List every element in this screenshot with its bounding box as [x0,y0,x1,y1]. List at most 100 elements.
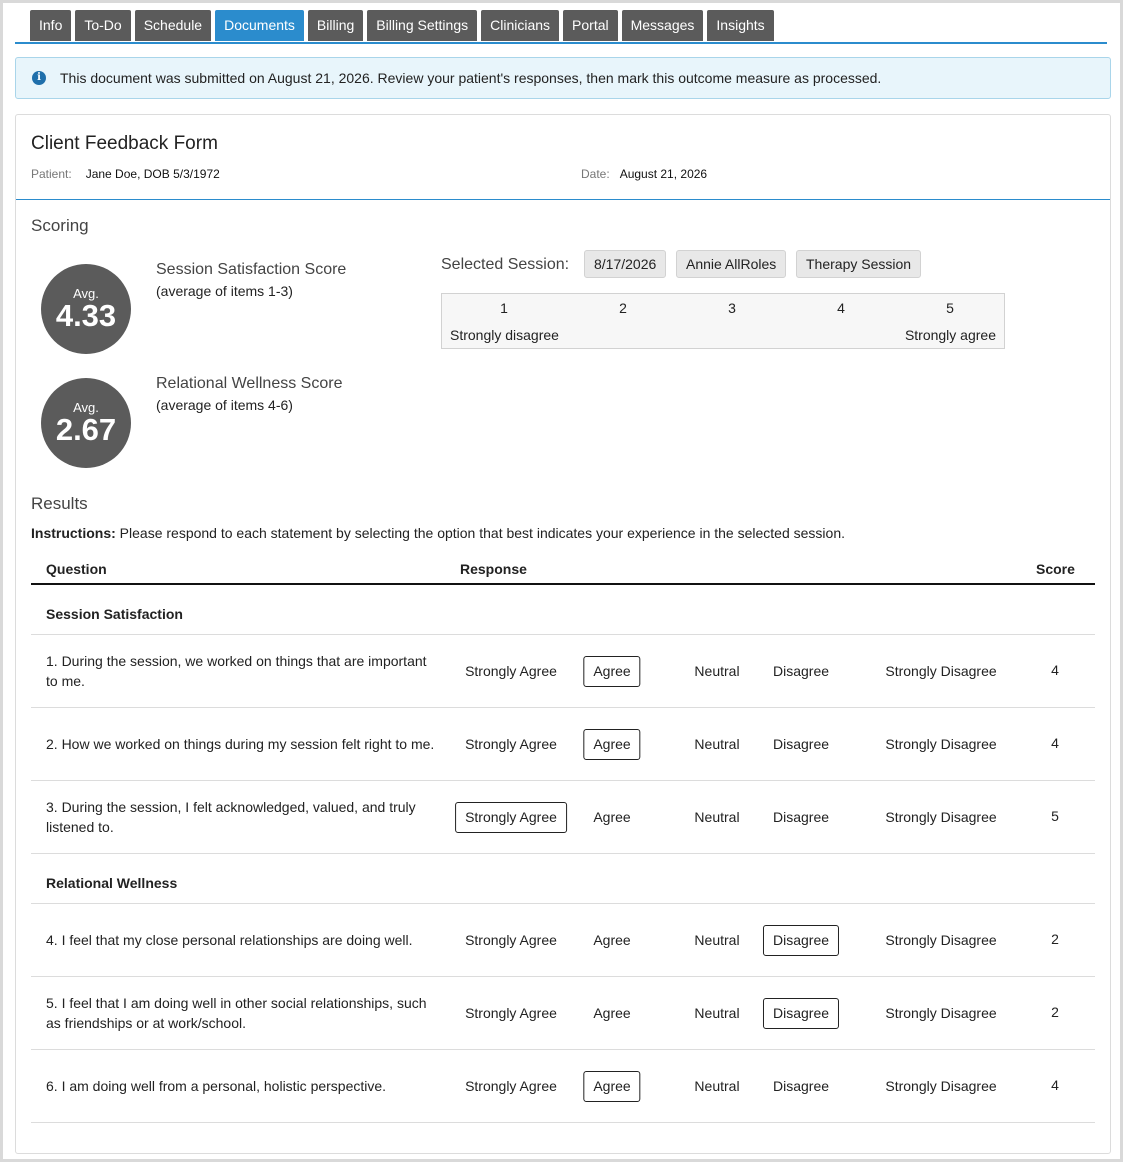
response-option-strongly-disagree[interactable]: Strongly Disagree [875,729,1006,760]
response-option-neutral[interactable]: Neutral [684,925,749,956]
scale-high-label: Strongly agree [904,327,996,343]
response-option-strongly-agree[interactable]: Strongly Agree [455,802,567,833]
response-option-strongly-agree[interactable]: Strongly Agree [455,729,567,760]
date-meta: Date: August 21, 2026 [581,167,707,181]
question-score: 2 [1051,931,1059,947]
question-label: 1. During the session, we worked on thin… [46,653,427,689]
patient-meta: Patient: Jane Doe, DOB 5/3/1972 [31,167,220,181]
response-option-neutral[interactable]: Neutral [684,802,749,833]
table-row: 2. How we worked on things during my ses… [31,708,1095,781]
tab-clinicians[interactable]: Clinicians [481,10,560,41]
group-row: Relational Wellness [31,854,1095,904]
instructions: Instructions: Please respond to each sta… [31,525,845,541]
form-card: Client Feedback Form Patient: Jane Doe, … [15,114,1111,1154]
tab-billing-settings[interactable]: Billing Settings [367,10,478,41]
relational-wellness-avg: Avg. 2.67 [41,378,131,468]
results-title: Results [31,494,88,513]
response-option-disagree[interactable]: Disagree [762,998,840,1029]
date-label: Date: [581,167,610,181]
question-score: 4 [1051,1077,1059,1093]
question-text: 2. How we worked on things during my ses… [46,708,441,780]
score-name: Session Satisfaction Score [156,261,347,278]
response-option-disagree[interactable]: Disagree [762,925,840,956]
response-option-strongly-disagree[interactable]: Strongly Disagree [875,656,1006,687]
response-option-neutral[interactable]: Neutral [684,729,749,760]
response-option-agree[interactable]: Agree [583,998,640,1029]
tab-portal[interactable]: Portal [563,10,618,41]
selected-session-label: Selected Session: [441,256,570,273]
response-option-strongly-agree[interactable]: Strongly Agree [455,998,567,1029]
tab-schedule[interactable]: Schedule [134,10,212,41]
question-text: 5. I feel that I am doing well in other … [46,977,441,1049]
form-header: Client Feedback Form Patient: Jane Doe, … [16,115,1110,200]
table-row: 4. I feel that my close personal relatio… [31,904,1095,977]
response-option-agree[interactable]: Agree [583,1071,641,1102]
tab-to-do[interactable]: To-Do [75,10,131,41]
question-label: 5. I feel that I am doing well in other … [46,995,427,1031]
response-option-strongly-agree[interactable]: Strongly Agree [455,656,567,687]
question-score: 4 [1051,735,1059,751]
question-label: 4. I feel that my close personal relatio… [46,932,413,948]
table-row: 5. I feel that I am doing well in other … [31,977,1095,1050]
response-option-agree[interactable]: Agree [583,802,640,833]
patient-label: Patient: [31,167,72,181]
score-name: Relational Wellness Score [156,375,343,392]
response-option-strongly-disagree[interactable]: Strongly Disagree [875,925,1006,956]
tab-documents[interactable]: Documents [215,10,304,41]
question-label: 6. I am doing well from a personal, holi… [46,1078,387,1094]
scoring-title: Scoring [31,216,89,235]
rating-scale-legend: 1 2 3 4 5 Strongly disagree Strongly agr… [441,293,1005,349]
response-option-neutral[interactable]: Neutral [684,656,749,687]
instructions-text: Please respond to each statement by sele… [115,525,846,541]
response-option-agree[interactable]: Agree [583,656,641,687]
session-type-chip: Therapy Session [796,250,922,278]
info-icon: i [32,71,46,85]
session-clinician-chip: Annie AllRoles [676,250,787,278]
response-option-neutral[interactable]: Neutral [684,1071,749,1102]
question-text: 1. During the session, we worked on thin… [46,635,441,707]
tab-info[interactable]: Info [30,10,72,41]
response-option-strongly-disagree[interactable]: Strongly Disagree [875,998,1006,1029]
banner-text: This document was submitted on August 21… [60,70,882,86]
response-option-strongly-agree[interactable]: Strongly Agree [455,1071,567,1102]
tab-billing[interactable]: Billing [307,10,364,41]
scale-number: 1 [500,300,508,316]
score-subtitle: (average of items 4-6) [156,397,293,413]
scale-number: 2 [619,300,627,316]
header-response: Response [460,561,527,577]
header-question: Question [46,561,107,577]
question-label: 2. How we worked on things during my ses… [46,736,435,752]
question-score: 5 [1051,808,1059,824]
results-table: Question Response Score Session Satisfac… [31,555,1095,1123]
table-header: Question Response Score [31,555,1095,585]
avg-value: 2.67 [55,412,117,447]
response-option-disagree[interactable]: Disagree [763,729,839,760]
response-option-strongly-agree[interactable]: Strongly Agree [455,925,567,956]
table-row: 1. During the session, we worked on thin… [31,635,1095,708]
response-option-agree[interactable]: Agree [583,925,640,956]
instructions-label: Instructions: [31,525,116,541]
scale-number: 5 [946,300,954,316]
response-option-disagree[interactable]: Disagree [763,1071,839,1102]
group-row: Session Satisfaction [31,585,1095,635]
question-text: 3. During the session, I felt acknowledg… [46,781,441,853]
app-window: Info To-Do Schedule Documents Billing Bi… [3,3,1120,1159]
date-value: August 21, 2026 [619,167,708,181]
scale-number: 4 [837,300,845,316]
response-option-strongly-disagree[interactable]: Strongly Disagree [875,1071,1006,1102]
response-option-strongly-disagree[interactable]: Strongly Disagree [875,802,1006,833]
tab-messages[interactable]: Messages [621,10,704,41]
score-subtitle: (average of items 1-3) [156,283,293,299]
question-score: 4 [1051,662,1059,678]
tab-bar: Info To-Do Schedule Documents Billing Bi… [15,10,1107,44]
question-label: 3. During the session, I felt acknowledg… [46,799,416,835]
response-option-disagree[interactable]: Disagree [763,802,839,833]
tab-insights[interactable]: Insights [707,10,774,41]
response-option-neutral[interactable]: Neutral [684,998,749,1029]
response-option-agree[interactable]: Agree [583,729,641,760]
question-score: 2 [1051,1004,1059,1020]
session-date-chip: 8/17/2026 [584,250,667,278]
table-body: Session Satisfaction 1. During the sessio… [31,585,1095,1123]
response-option-disagree[interactable]: Disagree [763,656,839,687]
table-row: 6. I am doing well from a personal, holi… [31,1050,1095,1123]
